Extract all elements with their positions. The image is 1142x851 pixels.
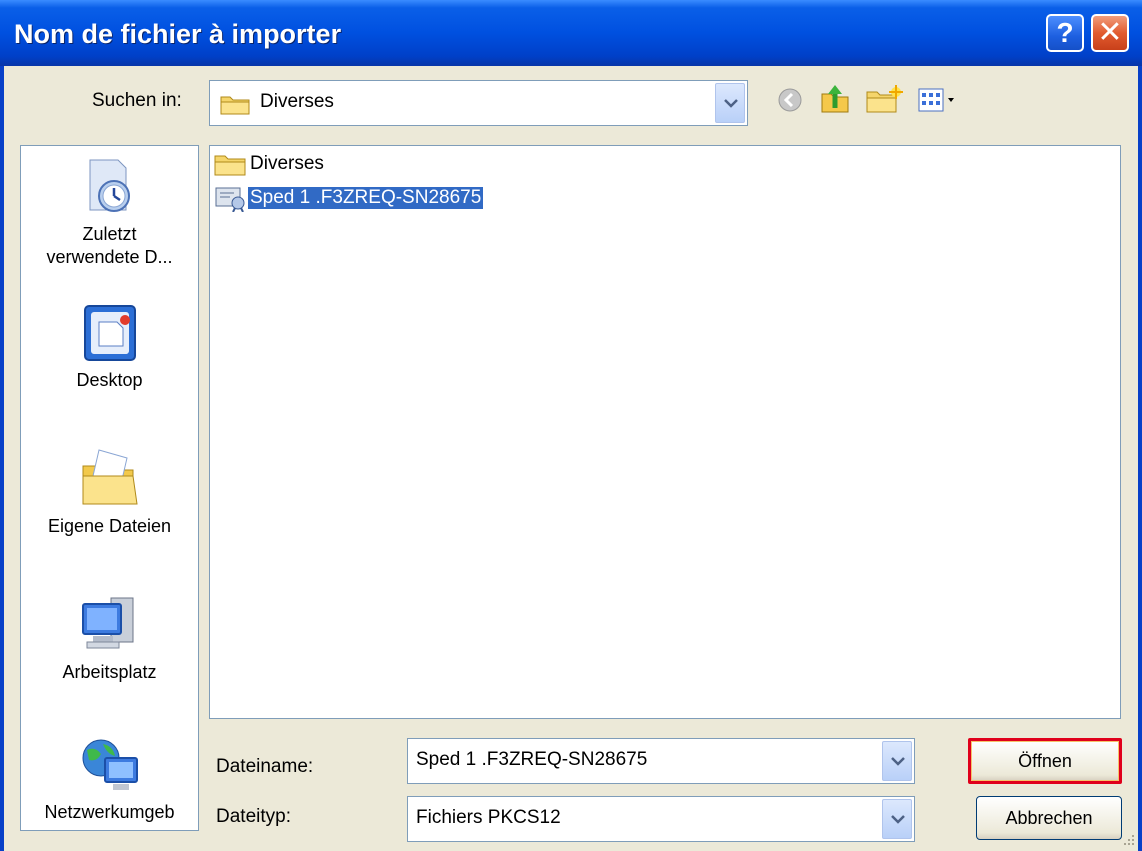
chevron-down-icon	[724, 99, 738, 108]
folder-icon	[214, 155, 246, 176]
up-folder-icon[interactable]	[818, 82, 852, 116]
help-button[interactable]: ?	[1046, 14, 1084, 52]
certificate-file-icon	[215, 187, 245, 212]
window-frame-left	[0, 66, 4, 851]
places-bar: Zuletzt verwendete D... Desktop Eigene D…	[20, 145, 199, 831]
place-label: Zuletzt	[82, 224, 137, 244]
chevron-down-icon	[891, 815, 905, 824]
close-button[interactable]: ✕	[1091, 14, 1129, 52]
title-bar: Nom de fichier à importer ? ✕	[0, 0, 1142, 66]
desktop-icon	[83, 305, 136, 361]
cancel-button-label: Abbrechen	[1005, 808, 1093, 828]
file-list[interactable]: Diverses Sped 1 .F3ZREQ-SN28675	[209, 145, 1121, 719]
my-computer-icon	[81, 597, 133, 649]
open-button[interactable]: Öffnen	[968, 738, 1122, 784]
place-label: Arbeitsplatz	[62, 662, 157, 682]
filename-input[interactable]: Sped 1 .F3ZREQ-SN28675	[407, 738, 915, 784]
views-menu-icon[interactable]	[918, 88, 960, 114]
network-places-icon	[82, 739, 138, 790]
resize-grip-icon[interactable]	[1120, 831, 1136, 847]
new-folder-icon[interactable]	[864, 84, 904, 116]
filetype-value: Fichiers PKCS12	[416, 807, 561, 828]
filetype-label: Dateityp:	[216, 806, 291, 827]
look-in-dropdown-button[interactable]	[715, 83, 745, 123]
filetype-select[interactable]: Fichiers PKCS12	[407, 796, 915, 842]
recent-documents-icon	[89, 159, 130, 212]
window-title: Nom de fichier à importer	[14, 19, 342, 49]
filename-value: Sped 1 .F3ZREQ-SN28675	[416, 749, 648, 770]
file-name: Diverses	[250, 153, 324, 174]
place-my-documents[interactable]: Eigene Dateien	[21, 444, 198, 538]
look-in-label: Suchen in:	[92, 90, 182, 111]
filename-dropdown-button[interactable]	[882, 741, 912, 781]
place-network[interactable]: Netzwerkumgeb	[21, 736, 198, 824]
place-label: Eigene Dateien	[47, 516, 172, 536]
chevron-down-icon	[891, 757, 905, 766]
place-my-computer[interactable]: Arbeitsplatz	[21, 592, 198, 684]
place-desktop[interactable]: Desktop	[21, 304, 198, 392]
place-label-line2: verwendete D...	[46, 247, 173, 267]
filename-label: Dateiname:	[216, 756, 314, 777]
back-icon[interactable]	[776, 86, 804, 114]
open-button-label: Öffnen	[1018, 751, 1072, 771]
file-name: Sped 1 .F3ZREQ-SN28675	[248, 187, 484, 209]
look-in-combo[interactable]: Diverses	[209, 80, 748, 126]
cancel-button[interactable]: Abbrechen	[976, 796, 1122, 840]
place-label: Netzwerkumgeb	[44, 802, 175, 822]
place-recent-documents[interactable]: Zuletzt verwendete D...	[21, 156, 198, 269]
filetype-dropdown-button[interactable]	[882, 799, 912, 839]
window-frame-right	[1138, 66, 1142, 851]
folder-icon	[220, 96, 250, 115]
my-documents-icon	[82, 449, 138, 505]
place-label: Desktop	[76, 370, 143, 390]
look-in-value: Diverses	[260, 91, 334, 112]
